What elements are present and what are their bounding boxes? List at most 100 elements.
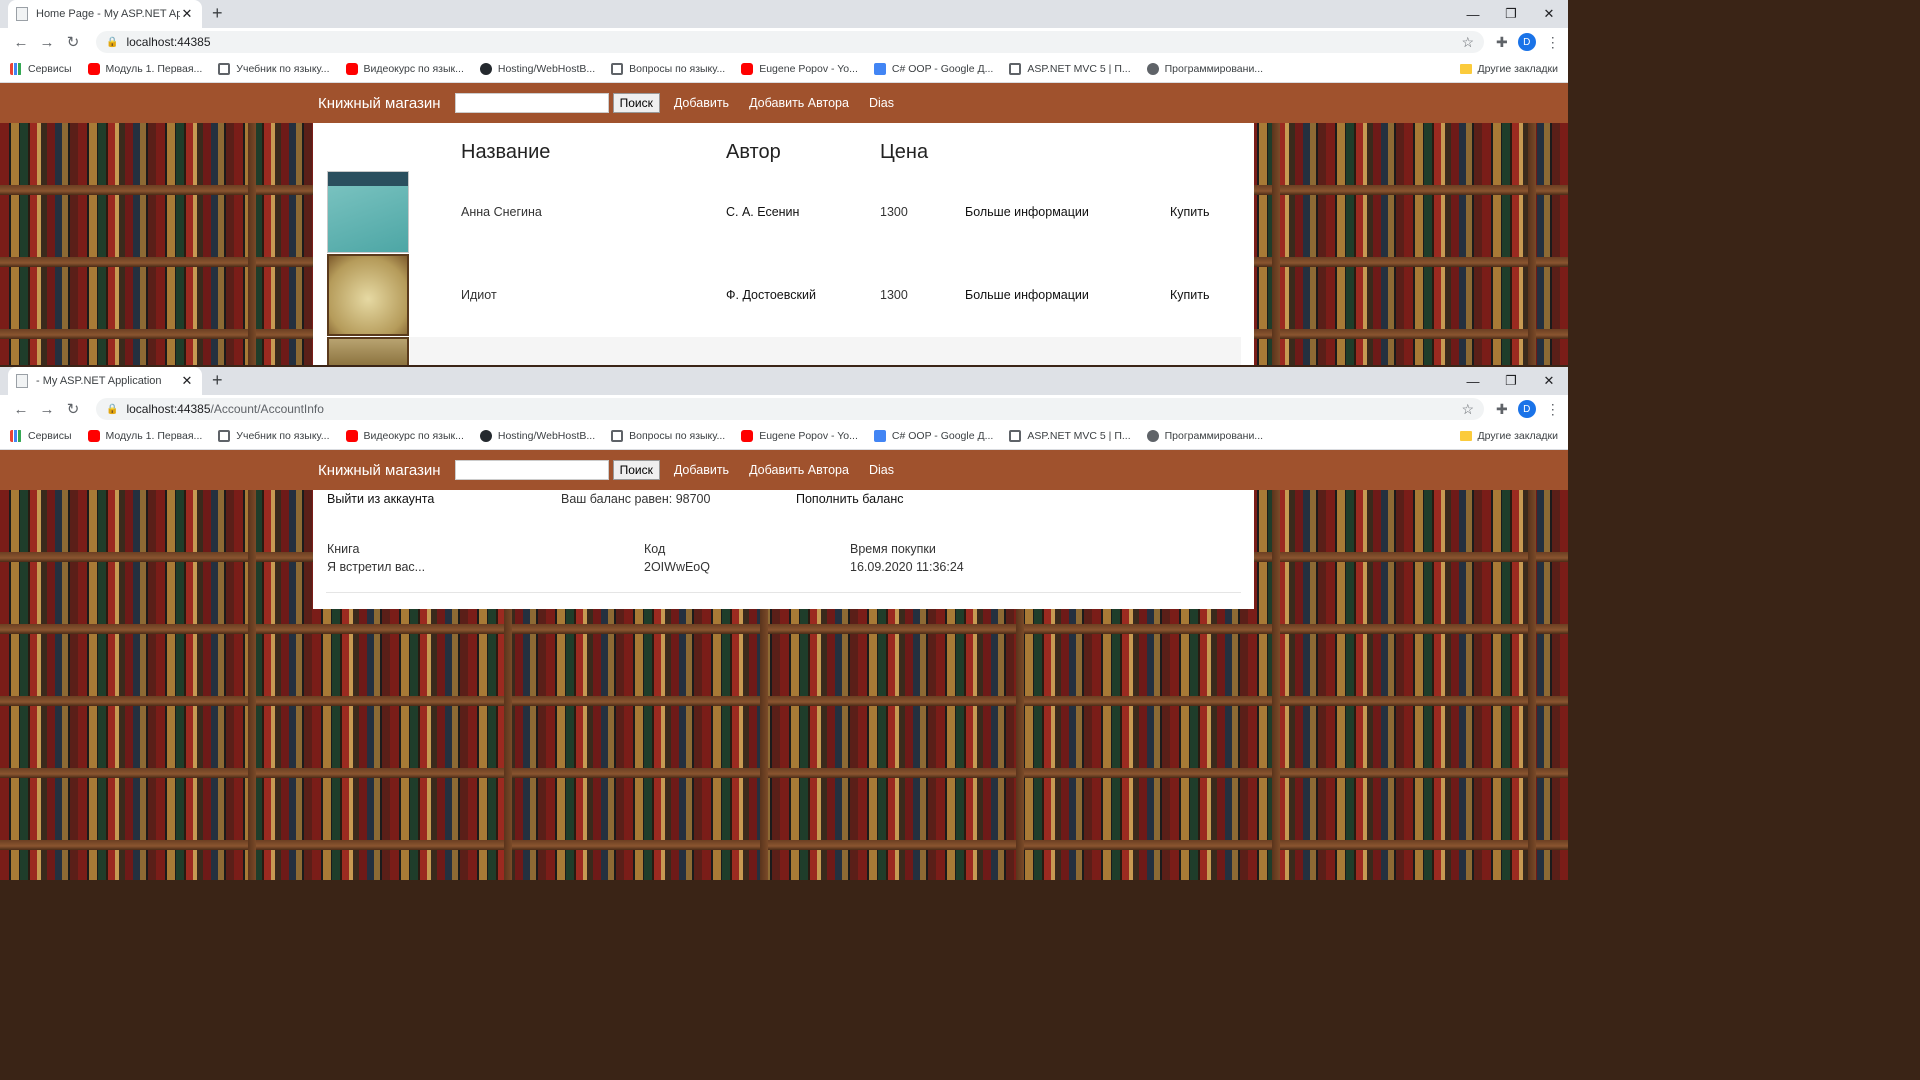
bookmark-item[interactable]: Вопросы по языку... — [611, 430, 725, 442]
bookmark-item[interactable]: Видеокурс по язык... — [345, 430, 464, 442]
nav-add-author[interactable]: Добавить Автора — [749, 463, 849, 477]
bookmark-item[interactable]: Hosting/WebHostB... — [479, 63, 595, 75]
tab-title: Home Page - My ASP.NET Applic — [36, 8, 180, 20]
tab-strip: - My ASP.NET Application ✕ + — ❐ ✕ — [0, 367, 1568, 395]
header-book: Книга — [327, 542, 360, 556]
site-brand[interactable]: Книжный магазин — [318, 462, 441, 479]
other-bookmarks[interactable]: Другие закладки — [1459, 430, 1558, 442]
buy-link[interactable]: Купить — [1170, 288, 1210, 302]
extensions-icon[interactable]: ✚ — [1496, 401, 1508, 418]
bookmark-item[interactable]: C# OOP - Google Д... — [873, 430, 993, 442]
apps-icon — [10, 63, 22, 75]
book-author: Ф. Достоевский — [726, 288, 816, 302]
account-info-panel: Выйти из аккаунта Ваш баланс равен: 9870… — [313, 490, 1254, 609]
avatar[interactable]: D — [1517, 33, 1536, 51]
bookmark-item[interactable]: ASP.NET MVC 5 | П... — [1009, 430, 1131, 442]
bookmark-item[interactable]: Видеокурс по язык... — [345, 63, 464, 75]
bookmark-item[interactable]: Eugene Popov - Yo... — [741, 430, 858, 442]
browser-window-bottom: - My ASP.NET Application ✕ + — ❐ ✕ ← → ↻… — [0, 367, 1568, 882]
tab-title: - My ASP.NET Application — [36, 375, 162, 387]
lock-icon[interactable]: 🔒 — [106, 37, 118, 48]
menu-icon[interactable]: ⋮ — [1546, 401, 1560, 418]
bookmark-star-icon[interactable]: ☆ — [1461, 34, 1474, 51]
browser-tab[interactable]: Home Page - My ASP.NET Applic ✕ — [8, 0, 202, 28]
new-tab-icon[interactable]: + — [212, 370, 223, 391]
bookmark-item[interactable]: Программировани... — [1146, 63, 1263, 75]
folder-icon — [1459, 431, 1472, 441]
bookmark-star-icon[interactable]: ☆ — [1461, 401, 1474, 418]
bookmark-item[interactable]: Учебник по языку... — [218, 430, 330, 442]
purchase-book: Я встретил вас... — [327, 560, 426, 574]
new-tab-icon[interactable]: + — [212, 3, 223, 24]
nav-add-author[interactable]: Добавить Автора — [749, 96, 849, 110]
bookmark-item[interactable]: Hosting/WebHostB... — [479, 430, 595, 442]
bookmark-item[interactable]: Модуль 1. Первая... — [87, 430, 202, 442]
header-price: Цена — [880, 141, 929, 163]
minimize-icon[interactable]: — — [1454, 367, 1492, 395]
tab-close-icon[interactable]: ✕ — [180, 6, 194, 22]
bookmark-item[interactable]: ASP.NET MVC 5 | П... — [1009, 63, 1131, 75]
bookmarks-bar: Сервисы Модуль 1. Первая... Учебник по я… — [0, 423, 1568, 450]
search-input[interactable] — [454, 93, 609, 113]
youtube-icon — [741, 63, 754, 75]
address-bar[interactable]: 🔒 localhost:44385 ☆ — [96, 31, 1484, 53]
page-favicon-icon — [16, 374, 28, 388]
close-window-icon[interactable]: ✕ — [1530, 0, 1568, 28]
back-icon[interactable]: ← — [8, 401, 34, 418]
more-info-link[interactable]: Больше информации — [965, 205, 1089, 219]
search-input[interactable] — [454, 460, 609, 480]
logout-link[interactable]: Выйти из аккаунта — [327, 492, 434, 506]
other-bookmarks[interactable]: Другие закладки — [1459, 63, 1558, 75]
purchase-code: 2OIWwEoQ — [644, 560, 710, 574]
address-bar[interactable]: 🔒 localhost:44385/Account/AccountInfo ☆ — [96, 398, 1484, 420]
apps-icon — [10, 430, 22, 442]
reload-icon[interactable]: ↻ — [60, 33, 86, 51]
nav-add[interactable]: Добавить — [674, 96, 729, 110]
bookmark-item[interactable]: Учебник по языку... — [218, 63, 330, 75]
row-divider — [326, 592, 1241, 593]
topup-link[interactable]: Пополнить баланс — [796, 492, 904, 506]
nav-user[interactable]: Dias — [869, 96, 894, 110]
bookmark-item[interactable]: C# OOP - Google Д... — [873, 63, 993, 75]
restore-icon[interactable]: ❐ — [1492, 0, 1530, 28]
bookmarks-bar: Сервисы Модуль 1. Первая... Учебник по я… — [0, 56, 1568, 83]
bookmark-item[interactable]: Eugene Popov - Yo... — [741, 63, 858, 75]
url-text: localhost:44385 — [126, 35, 211, 49]
avatar[interactable]: D — [1517, 400, 1536, 418]
buy-link[interactable]: Купить — [1170, 205, 1210, 219]
extensions-icon[interactable]: ✚ — [1496, 34, 1508, 51]
docs-icon — [873, 63, 886, 75]
lock-icon[interactable]: 🔒 — [106, 404, 118, 415]
nav-user[interactable]: Dias — [869, 463, 894, 477]
bookmark-item[interactable]: Вопросы по языку... — [611, 63, 725, 75]
bookmark-item[interactable]: Сервисы — [10, 63, 72, 75]
site-navbar: Книжный магазин Поиск Добавить Добавить … — [0, 450, 1568, 490]
browser-tab[interactable]: - My ASP.NET Application ✕ — [8, 367, 202, 395]
site-brand[interactable]: Книжный магазин — [318, 95, 441, 112]
minimize-icon[interactable]: — — [1454, 0, 1492, 28]
book-cover-image — [327, 337, 409, 365]
folder-icon — [1459, 64, 1472, 74]
book-price: 1300 — [880, 288, 908, 302]
forward-icon[interactable]: → — [34, 34, 60, 51]
site-navbar: Книжный магазин Поиск Добавить Добавить … — [0, 83, 1568, 123]
forward-icon[interactable]: → — [34, 401, 60, 418]
back-icon[interactable]: ← — [8, 34, 34, 51]
bookmark-item[interactable]: Сервисы — [10, 430, 72, 442]
more-info-link[interactable]: Больше информации — [965, 288, 1089, 302]
search-button[interactable]: Поиск — [612, 93, 660, 113]
browser-toolbar: ← → ↻ 🔒 localhost:44385 ☆ ✚ D ⋮ — [0, 28, 1568, 56]
docs-icon — [873, 430, 886, 442]
bookmark-item[interactable]: Модуль 1. Первая... — [87, 63, 202, 75]
menu-icon[interactable]: ⋮ — [1546, 34, 1560, 51]
page-favicon-icon — [16, 7, 28, 21]
tab-close-icon[interactable]: ✕ — [180, 373, 194, 389]
bookmark-item[interactable]: Программировани... — [1146, 430, 1263, 442]
reload-icon[interactable]: ↻ — [60, 400, 86, 418]
nav-add[interactable]: Добавить — [674, 463, 729, 477]
page-area: Название Автор Цена Анна Снегина С. А. Е… — [0, 123, 1568, 365]
close-window-icon[interactable]: ✕ — [1530, 367, 1568, 395]
restore-icon[interactable]: ❐ — [1492, 367, 1530, 395]
gmail-icon — [1009, 430, 1022, 442]
search-button[interactable]: Поиск — [612, 460, 660, 480]
